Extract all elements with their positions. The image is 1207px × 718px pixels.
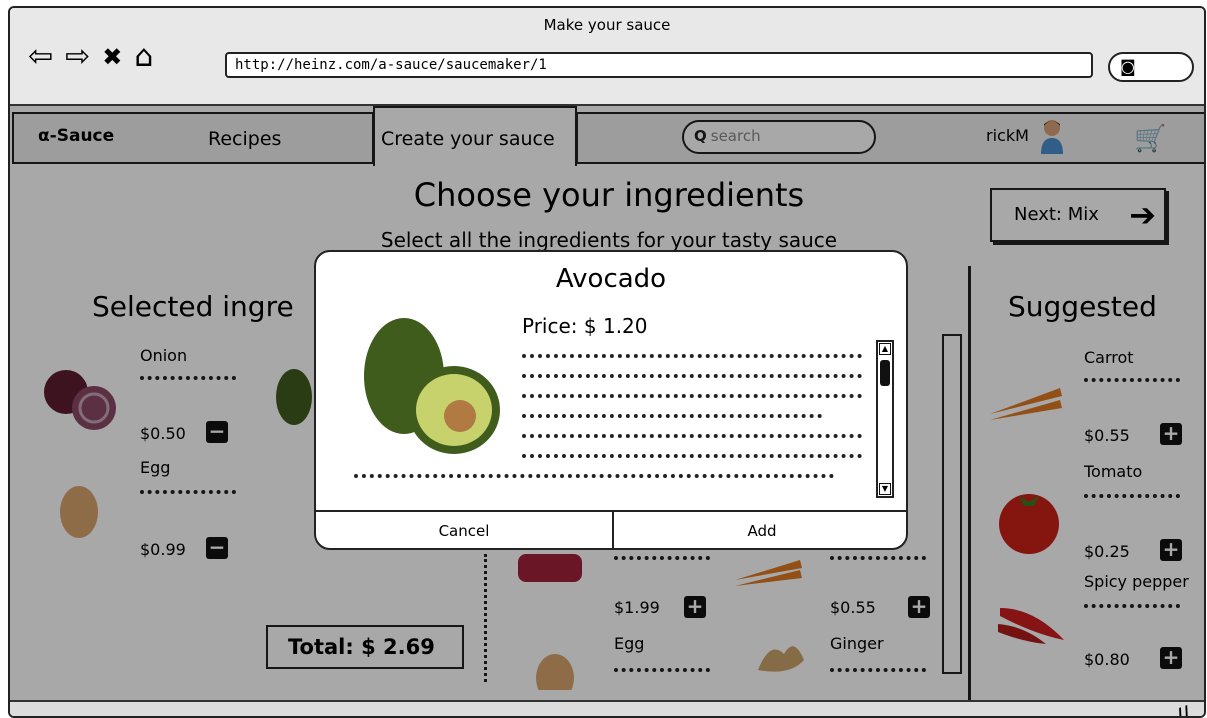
ingredient-dialog: Avocado Price: $ 1.20 ▲ ▼ Cancel Add <box>314 250 908 550</box>
description-scribble <box>522 434 862 440</box>
dialog-footer: Cancel Add <box>316 510 906 548</box>
forward-icon[interactable]: ⇨ <box>65 42 90 72</box>
browser-chrome: Make your sauce ⇦ ⇨ ✖ ⌂ http://heinz.com… <box>10 8 1204 106</box>
browser-window: Make your sauce ⇦ ⇨ ✖ ⌂ http://heinz.com… <box>8 6 1206 718</box>
description-scribble <box>522 374 862 380</box>
home-icon[interactable]: ⌂ <box>134 42 153 72</box>
scroll-down-icon[interactable]: ▼ <box>879 483 891 495</box>
description-scribble <box>522 454 862 460</box>
dialog-title: Avocado <box>555 264 667 294</box>
description-scribble <box>522 354 862 360</box>
browser-search-box[interactable]: ◙ <box>1108 52 1194 82</box>
status-bar: // <box>10 700 1204 716</box>
scroll-thumb[interactable] <box>880 360 890 386</box>
description-scribble <box>522 394 862 400</box>
description-scribble <box>354 474 834 480</box>
description-scribble <box>522 414 822 420</box>
resize-grip-icon[interactable]: // <box>1174 702 1194 716</box>
dialog-description <box>354 344 874 494</box>
dialog-scrollbar[interactable]: ▲ ▼ <box>876 340 894 498</box>
dialog-price: Price: $ 1.20 <box>522 314 648 338</box>
scroll-up-icon[interactable]: ▲ <box>879 343 891 355</box>
url-field[interactable]: http://heinz.com/a-sauce/saucemaker/1 <box>225 52 1093 78</box>
window-title: Make your sauce <box>543 16 671 34</box>
add-button[interactable]: Add <box>614 512 906 548</box>
cancel-button[interactable]: Cancel <box>316 512 612 548</box>
browser-nav-icons: ⇦ ⇨ ✖ ⌂ <box>28 42 153 72</box>
back-icon[interactable]: ⇦ <box>28 42 53 72</box>
search-icon: ◙ <box>1120 57 1136 76</box>
close-icon[interactable]: ✖ <box>102 42 122 72</box>
